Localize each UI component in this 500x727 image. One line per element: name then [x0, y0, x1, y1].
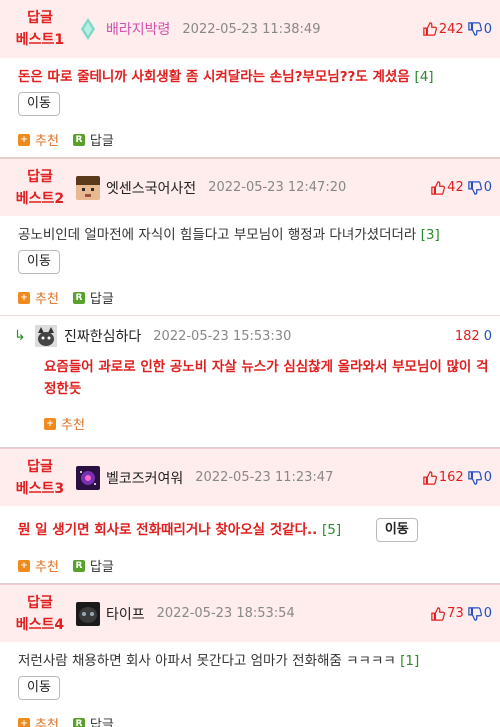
plus-icon: +: [18, 717, 30, 727]
move-button[interactable]: 이동: [18, 676, 60, 700]
comment-actions: + 추천 R 답글: [0, 548, 500, 583]
cat-icon[interactable]: [34, 324, 58, 348]
username[interactable]: 배라지박령: [106, 19, 170, 39]
galaxy-icon[interactable]: [76, 465, 100, 490]
pixel-face-icon[interactable]: [76, 175, 100, 200]
move-button[interactable]: 이동: [18, 92, 60, 116]
reply-count[interactable]: [4]: [414, 69, 433, 85]
thumbs-up-icon: [431, 180, 446, 195]
reply-count[interactable]: [5]: [322, 522, 341, 538]
downvote[interactable]: 0: [467, 470, 492, 485]
comment-actions: + 추천 R 답글: [0, 122, 500, 157]
thumbs-down-icon: [467, 22, 482, 36]
reply-item: ↳ 진짜한심하다 2022-05-23 15:53:30 182 0 요즘들어 …: [0, 315, 500, 447]
reply-actions: + 추천: [14, 404, 492, 439]
plus-icon: +: [18, 133, 30, 146]
reply-button[interactable]: R 답글: [72, 556, 114, 575]
reply-body: 요즘들어 과로로 인한 공노비 자살 뉴스가 심심찮게 올라와서 부모님이 많이…: [14, 348, 492, 404]
comment-header: 답글 베스트1 배라지박령 2022-05-23 11:38:49 242 0: [0, 0, 500, 58]
vote-counts: 242 0: [423, 22, 492, 37]
comment-text: 공노비인데 얼마전에 자식이 힘들다고 부모님이 행정과 다녀가셨더더라 [3]: [18, 227, 440, 243]
thumbs-up-icon: [423, 22, 437, 36]
thumbs-down-icon: [467, 606, 482, 621]
reply-r-icon: R: [72, 291, 85, 304]
best-badge: 답글 베스트1: [15, 10, 65, 48]
username[interactable]: 진짜한심하다: [64, 326, 141, 346]
downvote[interactable]: 0: [467, 180, 492, 195]
comment-text: 저런사람 채용하면 회사 아파서 못간다고 엄마가 전화해줌 ㅋㅋㅋㅋ [1]: [18, 653, 420, 669]
reply-r-icon: R: [72, 133, 85, 146]
thumbs-up-icon: [423, 470, 437, 485]
comment-item: 답글 베스트1 배라지박령 2022-05-23 11:38:49 242 0: [0, 0, 500, 158]
move-button[interactable]: 이동: [18, 250, 60, 274]
upvote[interactable]: 242: [423, 22, 464, 37]
plus-icon: +: [18, 559, 30, 572]
recommend-button[interactable]: + 추천: [18, 130, 59, 149]
reply-r-icon: R: [72, 559, 85, 572]
downvote[interactable]: 0: [484, 329, 492, 344]
comment-body: 뭔 일 생기면 회사로 전화때리거나 찾아오실 것같다.. [5] 이동: [0, 506, 500, 548]
username[interactable]: 벨코즈커여워: [106, 468, 183, 488]
vote-counts: 73 0: [431, 606, 492, 621]
reply-text: 요즘들어 과로로 인한 공노비 자살 뉴스가 심심찮게 올라와서 부모님이 많이…: [44, 359, 489, 397]
vote-counts: 162 0: [423, 470, 492, 485]
thumbs-up-icon: [431, 606, 446, 621]
comment-text: 돈은 따로 줄테니까 사회생활 좀 시켜달라는 손님?부모님??도 계셨음 [4…: [18, 69, 434, 85]
reply-r-icon: R: [72, 717, 85, 727]
comment-body: 돈은 따로 줄테니까 사회생활 좀 시켜달라는 손님?부모님??도 계셨음 [4…: [0, 58, 500, 122]
recommend-button[interactable]: + 추천: [18, 714, 59, 727]
downvote[interactable]: 0: [467, 22, 492, 37]
timestamp: 2022-05-23 12:47:20: [208, 180, 347, 195]
upvote[interactable]: 162: [423, 470, 464, 485]
thumbs-down-icon: [467, 470, 482, 485]
reply-button[interactable]: R 답글: [72, 288, 114, 307]
timestamp: 2022-05-23 11:38:49: [182, 21, 321, 37]
recommend-button[interactable]: + 추천: [18, 556, 59, 575]
comment-header: 답글 베스트4 타이프 2022-05-23 18:53:54 73 0: [0, 584, 500, 642]
comment-header: 답글 베스트2 엣센스국어사전 2022-05-23 12:47:20 42 0: [0, 158, 500, 216]
timestamp: 2022-05-23 18:53:54: [156, 606, 295, 621]
comment-body: 저런사람 채용하면 회사 아파서 못간다고 엄마가 전화해줌 ㅋㅋㅋㅋ [1] …: [0, 642, 500, 706]
dark-face-icon[interactable]: [76, 601, 100, 626]
plus-icon: +: [44, 417, 56, 430]
thumbs-down-icon: [467, 180, 482, 195]
best-badge: 답글 베스트3: [15, 458, 65, 497]
comment-text: 뭔 일 생기면 회사로 전화때리거나 찾아오실 것같다.. [5] 이동: [18, 518, 486, 542]
comment-header: 답글 베스트3 벨코즈커여워 2022-05-23 11:23:47 162 0: [0, 448, 500, 506]
username[interactable]: 엣센스국어사전: [106, 178, 196, 198]
move-button[interactable]: 이동: [375, 518, 418, 542]
recommend-button[interactable]: + 추천: [18, 288, 59, 307]
reply-button[interactable]: R 답글: [72, 714, 114, 727]
vote-counts: 182 0: [455, 329, 492, 344]
comment-list: 답글 베스트1 배라지박령 2022-05-23 11:38:49 242 0: [0, 0, 500, 727]
username[interactable]: 타이프: [106, 604, 145, 624]
plus-icon: +: [18, 291, 30, 304]
reply-count[interactable]: [1]: [400, 653, 419, 669]
upvote[interactable]: 73: [431, 606, 464, 621]
timestamp: 2022-05-23 11:23:47: [195, 470, 334, 485]
comment-body: 공노비인데 얼마전에 자식이 힘들다고 부모님이 행정과 다녀가셨더더라 [3]…: [0, 216, 500, 280]
reply-header: ↳ 진짜한심하다 2022-05-23 15:53:30 182 0: [14, 324, 492, 348]
comment-actions: + 추천 R 답글: [0, 706, 500, 727]
recommend-button[interactable]: + 추천: [44, 414, 85, 433]
comment-actions: + 추천 R 답글: [0, 280, 500, 315]
downvote[interactable]: 0: [467, 606, 492, 621]
comment-item: 답글 베스트4 타이프 2022-05-23 18:53:54 73 0 저런사…: [0, 584, 500, 727]
vote-counts: 42 0: [431, 180, 492, 195]
diamond-icon[interactable]: [76, 17, 100, 41]
upvote[interactable]: 182: [455, 329, 480, 344]
best-badge: 답글 베스트4: [15, 594, 65, 633]
reply-button[interactable]: R 답글: [72, 130, 114, 149]
upvote[interactable]: 42: [431, 180, 464, 195]
reply-arrow-icon: ↳: [14, 328, 26, 344]
timestamp: 2022-05-23 15:53:30: [153, 328, 292, 344]
reply-count[interactable]: [3]: [421, 227, 440, 243]
comment-item: 답글 베스트2 엣센스국어사전 2022-05-23 12:47:20 42 0…: [0, 158, 500, 448]
comment-item: 답글 베스트3 벨코즈커여워 2022-05-23 11:23:47 162 0…: [0, 448, 500, 584]
best-badge: 답글 베스트2: [15, 168, 65, 207]
